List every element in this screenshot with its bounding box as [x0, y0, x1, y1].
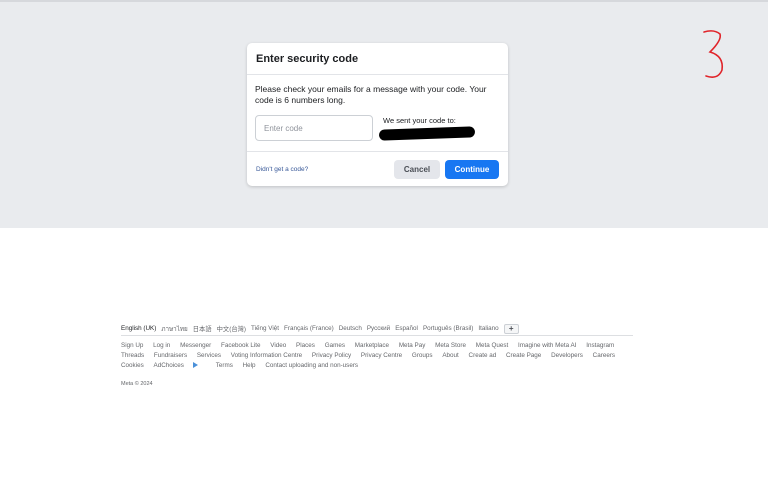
adchoices-label: AdChoices	[153, 362, 184, 369]
language-option[interactable]: Français (France)	[284, 325, 334, 332]
language-option[interactable]: Русский	[367, 325, 390, 332]
footer-link[interactable]: Fundraisers	[154, 351, 187, 361]
language-option[interactable]: Português (Brasil)	[423, 325, 473, 332]
footer-link[interactable]: Groups	[412, 351, 433, 361]
footer-link[interactable]: Messenger	[180, 341, 211, 351]
footer-link[interactable]: Terms	[216, 361, 233, 371]
redacted-email	[378, 126, 476, 141]
footer-link[interactable]: Cookies	[121, 361, 144, 371]
language-option[interactable]: ภาษาไทย	[161, 324, 187, 334]
footer-link[interactable]: Help	[243, 361, 256, 371]
footer-link[interactable]: Create ad	[469, 351, 497, 361]
footer-link-adchoices[interactable]: AdChoices	[154, 361, 206, 371]
language-option[interactable]: Español	[395, 325, 418, 332]
dialog-footer: Didn't get a code? Cancel Continue	[247, 151, 508, 186]
security-code-input[interactable]	[255, 115, 373, 141]
handwritten-number-annotation	[703, 30, 724, 78]
footer-link[interactable]: Threads	[121, 351, 144, 361]
didnt-get-code-link[interactable]: Didn't get a code?	[256, 166, 308, 173]
current-language: English (UK)	[121, 325, 157, 332]
footer-link[interactable]: Log in	[153, 341, 170, 351]
language-option[interactable]: Italiano	[478, 325, 498, 332]
language-option[interactable]: Deutsch	[339, 325, 362, 332]
footer-link[interactable]: Meta Pay	[399, 341, 426, 351]
footer-link[interactable]: Services	[197, 351, 221, 361]
sent-to-label: We sent your code to:	[383, 116, 456, 125]
footer-link[interactable]: Privacy Centre	[361, 351, 402, 361]
language-option[interactable]: 中文(台灣)	[217, 324, 246, 333]
footer-links: Sign Up Log in Messenger Facebook Lite V…	[121, 341, 633, 371]
footer-link[interactable]: Contact uploading and non-users	[265, 361, 358, 371]
footer-link[interactable]: Voting Information Centre	[231, 351, 302, 361]
footer-link[interactable]: Privacy Policy	[312, 351, 351, 361]
footer-link[interactable]: Careers	[593, 351, 615, 361]
footer-link[interactable]: About	[442, 351, 458, 361]
language-option[interactable]: Tiếng Việt	[251, 325, 279, 332]
footer-link[interactable]: Facebook Lite	[221, 341, 261, 351]
footer-link[interactable]: Sign Up	[121, 341, 143, 351]
page-footer: English (UK) ภาษาไทย 日本語 中文(台灣) Tiếng Vi…	[121, 322, 633, 387]
footer-link[interactable]: Meta Store	[435, 341, 466, 351]
footer-link[interactable]: Developers	[551, 351, 583, 361]
footer-link[interactable]: Marketplace	[355, 341, 389, 351]
adchoices-icon	[192, 362, 198, 369]
copyright: Meta © 2024	[121, 381, 153, 387]
continue-button[interactable]: Continue	[445, 160, 499, 179]
footer-link[interactable]: Instagram	[586, 341, 614, 351]
footer-link[interactable]: Create Page	[506, 351, 541, 361]
cancel-button[interactable]: Cancel	[394, 160, 440, 179]
footer-link[interactable]: Games	[325, 341, 345, 351]
more-languages-button[interactable]: +	[503, 323, 519, 334]
footer-link[interactable]: Imagine with Meta AI	[518, 341, 576, 351]
footer-link[interactable]: Places	[296, 341, 315, 351]
footer-link[interactable]: Video	[270, 341, 286, 351]
footer-link[interactable]: Meta Quest	[476, 341, 509, 351]
language-selector-row: English (UK) ภาษาไทย 日本語 中文(台灣) Tiếng Vi…	[121, 322, 633, 336]
language-option[interactable]: 日本語	[193, 324, 212, 333]
dialog-message: Please check your emails for a message w…	[255, 84, 487, 105]
dialog-title: Enter security code	[247, 43, 508, 75]
security-code-dialog: Enter security code Please check your em…	[247, 43, 508, 186]
